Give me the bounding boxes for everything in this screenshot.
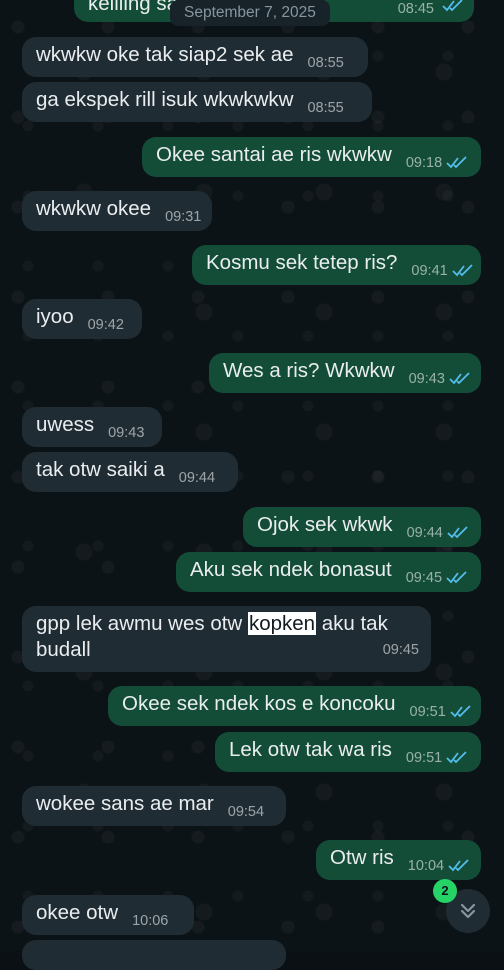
double-check-icon	[450, 705, 471, 718]
message-in[interactable]: tak otw saiki a 09:44	[22, 452, 238, 492]
message-text: wkwkw okee	[36, 197, 152, 220]
message-text: Kosmu sek tetep ris?	[206, 251, 398, 274]
message-out[interactable]: Lek otw tak wa ris 09:51	[215, 732, 481, 772]
message-text: Okee santai ae ris wkwkw	[156, 143, 392, 166]
message-text: tak otw saiki a	[36, 458, 165, 481]
unread-count-badge: 2	[433, 879, 457, 903]
message-time: 09:45	[382, 642, 419, 658]
message-text: wkwkw oke tak siap2 sek ae	[36, 43, 294, 66]
double-check-icon	[452, 264, 473, 277]
message-time: 08:45	[397, 1, 434, 17]
double-check-icon	[447, 526, 468, 539]
message-time: 08:55	[307, 55, 344, 71]
double-check-icon	[446, 571, 467, 584]
double-check-icon	[448, 859, 469, 872]
message-time: 09:44	[406, 525, 443, 541]
message-in[interactable]	[22, 940, 286, 970]
message-text: wokee sans ae mar	[36, 792, 214, 815]
message-text: gpp lek awmu wes otw	[36, 612, 248, 635]
double-check-icon	[449, 372, 470, 385]
message-in[interactable]: gpp lek awmu wes otw kopken aku tak buda…	[22, 606, 431, 672]
message-text: iyoo	[36, 305, 74, 328]
message-line: gpp lek awmu wes otw kopken aku tak	[36, 611, 419, 637]
double-check-icon	[446, 156, 467, 169]
message-out[interactable]: Okee sek ndek kos e koncoku 09:51	[108, 686, 481, 726]
message-in[interactable]: wokee sans ae mar 09:54	[22, 786, 286, 826]
message-in[interactable]: wkwkw okee 09:31	[22, 191, 212, 231]
message-in[interactable]: okee otw 10:06	[22, 895, 194, 935]
message-text: Lek otw tak wa ris	[229, 738, 392, 761]
message-time: 10:06	[132, 913, 169, 929]
message-out[interactable]: Okee santai ae ris wkwkw 09:18	[142, 137, 481, 177]
message-text: uwess	[36, 413, 95, 436]
message-time: 09:43	[108, 425, 145, 441]
message-time: 09:31	[165, 209, 202, 225]
message-time: 09:54	[227, 804, 265, 820]
chevrons-down-icon	[460, 903, 476, 919]
message-text: budall	[36, 638, 91, 661]
message-time: 09:43	[408, 371, 445, 387]
double-check-icon	[442, 0, 463, 12]
message-time: 09:41	[411, 263, 448, 279]
message-out[interactable]: Kosmu sek tetep ris? 09:41	[192, 245, 481, 285]
message-text: keliling sa	[88, 0, 179, 15]
double-check-icon	[446, 751, 467, 764]
message-time: 10:04	[407, 858, 445, 874]
message-in[interactable]: uwess 09:43	[22, 407, 162, 447]
date-chip: September 7, 2025	[170, 0, 330, 26]
message-out[interactable]: Wes a ris? Wkwkw 09:43	[209, 353, 481, 393]
message-text: Ojok sek wkwk	[257, 513, 393, 536]
message-in[interactable]: ga ekspek rill isuk wkwkwkw 08:55	[22, 82, 372, 122]
message-time: 09:45	[405, 570, 443, 586]
highlighted-word[interactable]: kopken	[247, 612, 317, 635]
message-text: Aku sek ndek bonasut	[190, 558, 392, 581]
message-out[interactable]: Aku sek ndek bonasut 09:45	[176, 552, 481, 592]
message-text: Okee sek ndek kos e koncoku	[122, 692, 396, 715]
message-time: 09:44	[178, 470, 216, 486]
message-line: budall 09:45	[36, 637, 419, 663]
message-in[interactable]: wkwkw oke tak siap2 sek ae 08:55	[22, 37, 368, 77]
message-text: ga ekspek rill isuk wkwkwkw	[36, 88, 294, 111]
message-text: Wes a ris? Wkwkw	[223, 359, 395, 382]
message-out[interactable]: Otw ris 10:04	[316, 840, 481, 880]
message-text: Otw ris	[330, 846, 394, 869]
message-text: okee otw	[36, 901, 119, 924]
message-out[interactable]: Ojok sek wkwk 09:44	[243, 507, 481, 547]
message-time: 09:42	[87, 317, 124, 333]
message-text: aku tak	[316, 612, 388, 635]
message-time: 09:51	[405, 750, 443, 766]
message-time: 08:55	[307, 100, 344, 116]
message-time: 09:51	[409, 704, 446, 720]
message-in[interactable]: iyoo 09:42	[22, 299, 142, 339]
message-time: 09:18	[405, 155, 443, 171]
